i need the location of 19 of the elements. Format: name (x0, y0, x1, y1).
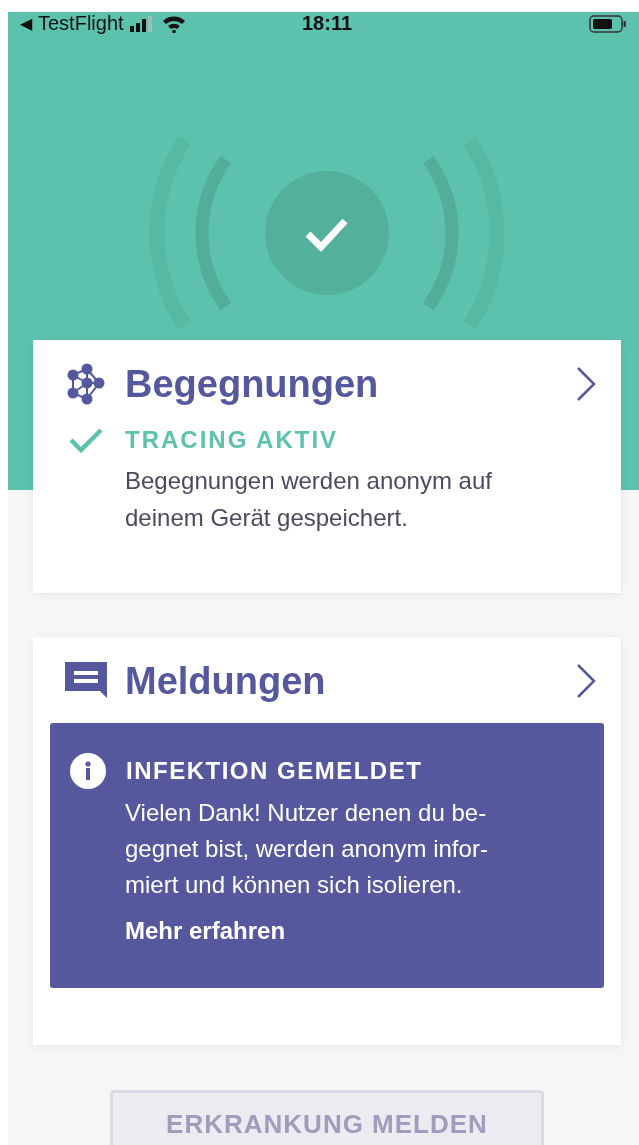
info-icon (70, 753, 106, 789)
back-arrow[interactable]: ◀ (20, 14, 32, 33)
messages-card[interactable]: Meldungen INFEKTION GEMELDET Vielen Dank! Nutzer denen du be- gegnet bist, werden anonym infor- miert und können sich isolieren. Mehr erfahren (33, 637, 621, 1045)
more-link[interactable]: Mehr erfahren (125, 917, 286, 945)
clock-time: 18:11 (302, 12, 353, 35)
card-title: Meldungen (125, 659, 327, 703)
wifi-icon (161, 14, 186, 33)
message-icon (65, 662, 107, 700)
notice-title: INFEKTION GEMELDET (126, 757, 423, 785)
back-app-label[interactable]: TestFlight (38, 12, 124, 35)
notice-text: Vielen Dank! Nutzer denen du be- gegnet bist, werden anonym infor- miert und können sich isolieren. (125, 798, 489, 900)
encounters-card[interactable]: Begegnungen TRACING AKTIV Begegnungen werden anonym auf deinem Gerät gespeichert. (33, 340, 621, 593)
battery-icon (589, 14, 627, 33)
chevron-right-icon (575, 366, 597, 402)
card-description: Begegnungen werden anonym auf deinem Gerät gespeichert. (125, 466, 493, 533)
status-label: TRACING AKTIV (125, 426, 339, 454)
chevron-right-icon (575, 663, 597, 699)
network-icon (65, 363, 107, 405)
card-title: Begegnungen (125, 362, 380, 406)
